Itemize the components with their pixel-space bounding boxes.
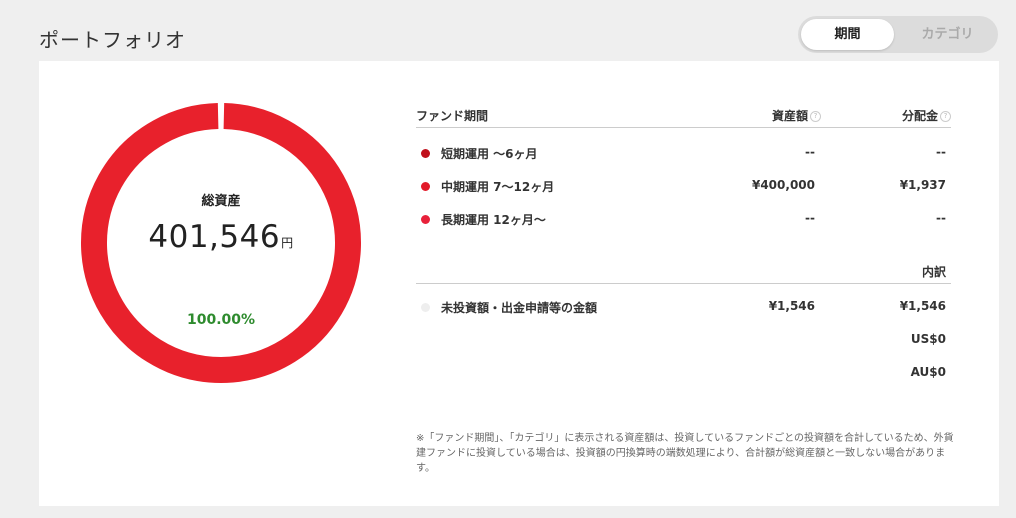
row-asset: ¥400,000 [751,178,815,192]
toggle-category-button[interactable]: カテゴリ [901,19,994,50]
row-name: 短期運用 〜6ヶ月 [441,147,538,161]
usd-value: US$0 [910,332,946,346]
total-assets-percent: 100.00% [186,312,256,328]
breakdown-aud: AU$0 [416,360,951,393]
table-row: 長期運用 12ヶ月〜 -- -- [416,206,951,239]
total-assets-unit: 円 [281,236,294,250]
page-title: ポートフォリオ [39,28,186,52]
portfolio-page: ポートフォリオ 期間 カテゴリ 総資産 401,546円 100.00% ファン… [0,0,1016,518]
donut-chart: 総資産 401,546円 100.00% [80,102,362,384]
distribution-header: 分配金? [902,107,951,124]
legend-dot-icon [421,149,430,158]
donut-center: 総資産 401,546円 100.00% [80,102,362,384]
table-row-uninvested: 未投資額・出金申請等の金額 ¥1,546 ¥1,546 [416,294,951,327]
row-jpy: ¥1,546 [899,299,946,313]
total-assets-label: 総資産 [201,194,241,209]
help-icon[interactable]: ? [940,111,951,122]
breakdown-header: 内訳 [416,257,951,284]
row-name: 未投資額・出金申請等の金額 [441,301,598,315]
total-assets-value: 401,546円 [80,219,362,255]
legend-dot-icon [421,215,430,224]
row-distribution: -- [936,211,946,225]
legend-dot-icon [421,182,430,191]
row-distribution: ¥1,937 [899,178,946,192]
row-asset: ¥1,546 [768,299,815,313]
portfolio-card: 総資産 401,546円 100.00% ファンド期間 資産額? 分配金? 短期… [39,61,999,506]
table-row: 短期運用 〜6ヶ月 -- -- [416,140,951,173]
uninvested-rows: 未投資額・出金申請等の金額 ¥1,546 ¥1,546 US$0 AU$0 [416,294,951,393]
fund-rows: 短期運用 〜6ヶ月 -- -- 中期運用 7〜12ヶ月 ¥400,000 ¥1,… [416,140,951,239]
row-name: 中期運用 7〜12ヶ月 [441,180,555,194]
toggle-period-button[interactable]: 期間 [801,19,894,50]
row-distribution: -- [936,145,946,159]
fund-period-header: ファンド期間 [416,109,489,123]
row-asset: -- [805,145,815,159]
asset-header: 資産額? [772,107,821,124]
table-header: ファンド期間 資産額? 分配金? [416,101,951,128]
view-toggle: 期間 カテゴリ [798,16,998,53]
breakdown-usd: US$0 [416,327,951,360]
aud-value: AU$0 [910,365,946,379]
footnote: ※「ファンド期間」、「カテゴリ」に表示される資産額は、投資しているファンドごとの… [416,433,954,474]
row-asset: -- [805,211,815,225]
asset-header-label: 資産額 [771,109,808,123]
legend-dot-icon [421,303,430,312]
help-icon[interactable]: ? [810,111,821,122]
fund-period-table: ファンド期間 資産額? 分配金? 短期運用 〜6ヶ月 -- -- 中期運用 7〜… [416,101,951,393]
distribution-header-label: 分配金 [901,109,938,123]
table-row: 中期運用 7〜12ヶ月 ¥400,000 ¥1,937 [416,173,951,206]
total-assets-amount: 401,546 [148,219,281,255]
breakdown-header-label: 内訳 [921,265,946,279]
row-name: 長期運用 12ヶ月〜 [441,213,546,227]
